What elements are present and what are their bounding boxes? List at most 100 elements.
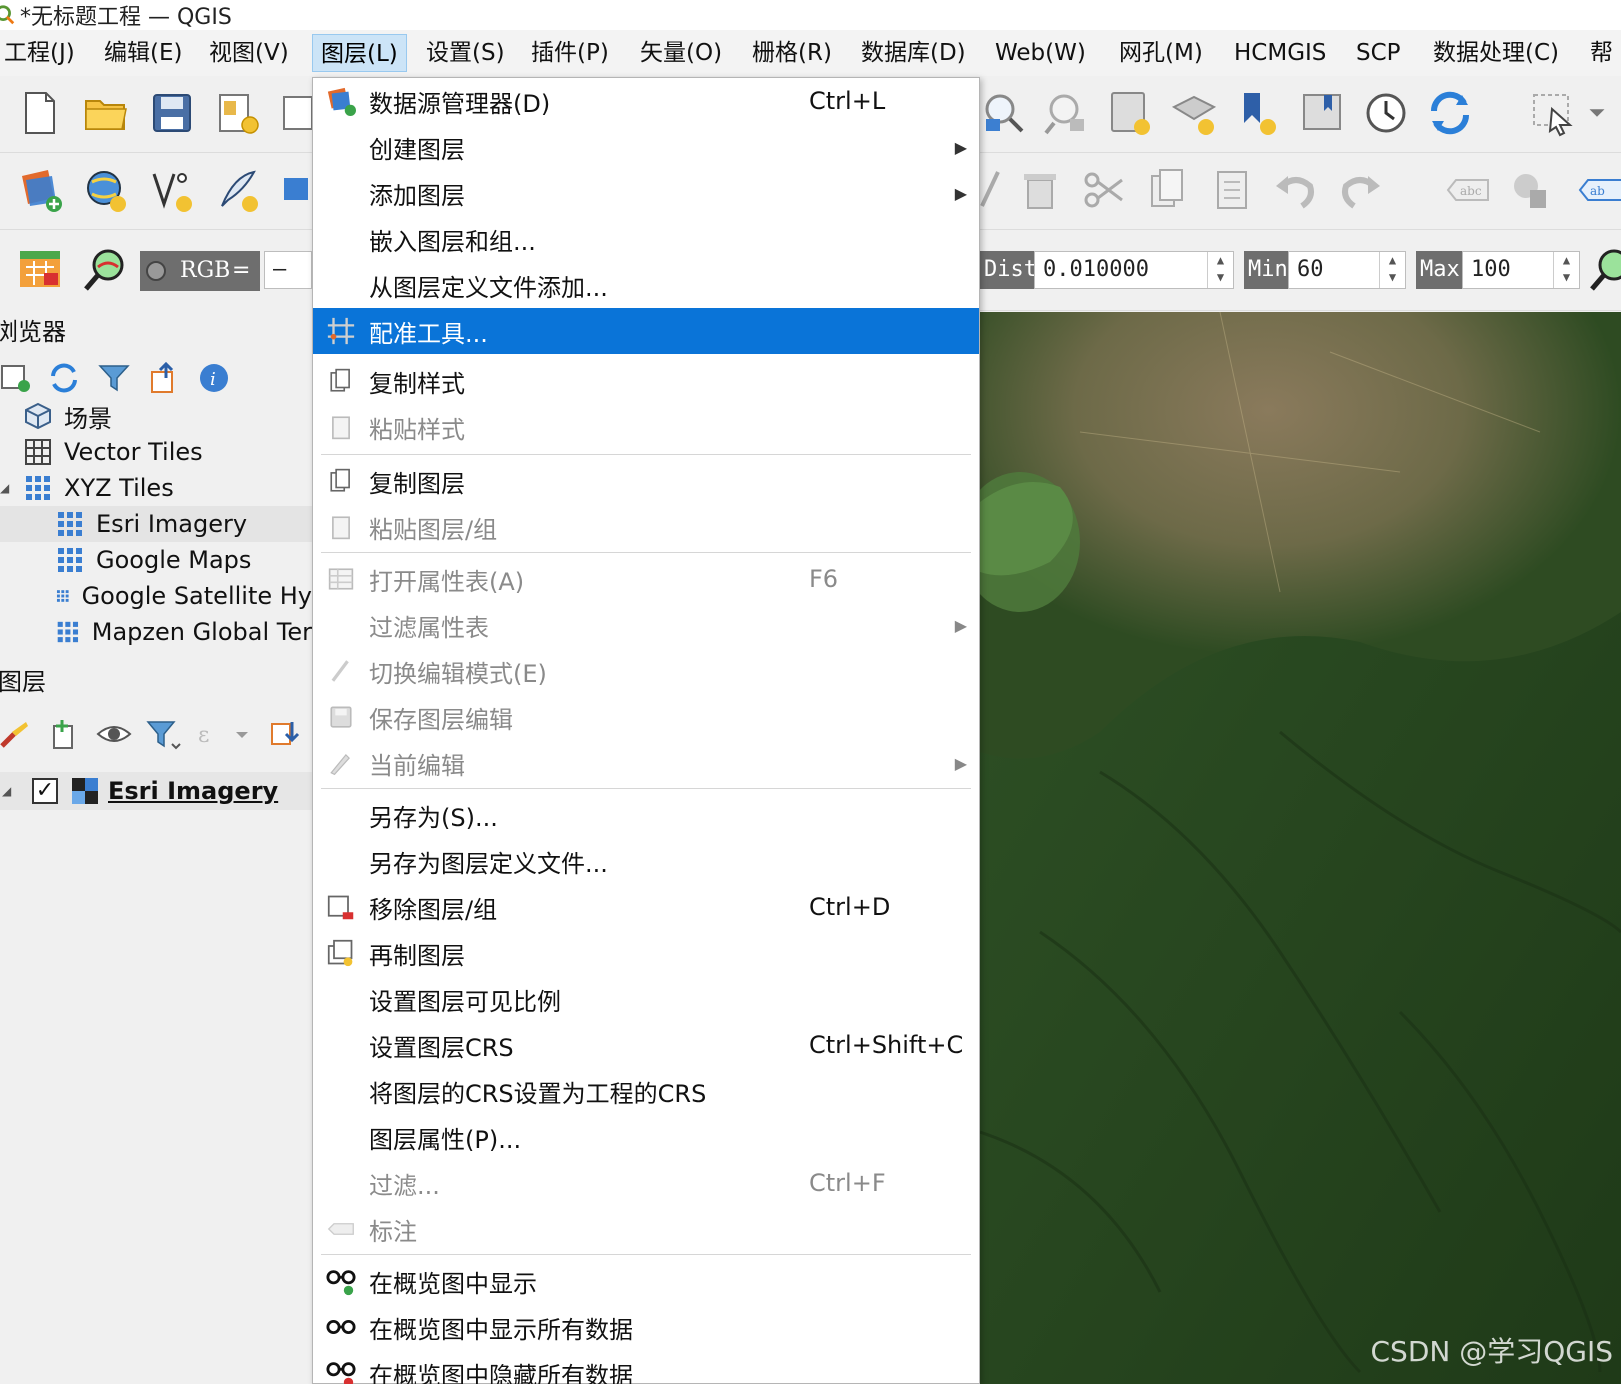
scp-search-icon[interactable] [1588,243,1621,295]
tree-item-vector-tiles[interactable]: Vector Tiles [0,434,312,470]
menu-item-save-layer-edits[interactable]: 保存图层编辑 [313,694,979,740]
menu-item-show-in-overview[interactable]: 在概览图中显示 [313,1258,979,1304]
select-dropdown-icon[interactable] [1582,87,1612,139]
tree-item-xyz-tiles[interactable]: ◢ XYZ Tiles [0,470,312,506]
tree-item-esri-imagery[interactable]: Esri Imagery [0,506,312,542]
expand-arrow-icon[interactable]: ◢ [0,481,24,495]
show-spatial-bookmarks-icon[interactable] [1168,87,1220,139]
menu-item-current-edits[interactable]: 当前编辑 ▶ [313,740,979,786]
menu-item-add-from-definition[interactable]: 从图层定义文件添加... [313,262,979,308]
dist-spin-arrows-icon[interactable]: ▲ ▼ [1207,252,1233,288]
menu-item-hide-all-in-overview[interactable]: 在概览图中隐藏所有数据 [313,1350,979,1384]
menu-item-save-as-definition[interactable]: 另存为图层定义文件... [313,838,979,884]
menu-item-filter-attribute-table[interactable]: 过滤属性表 ▶ [313,602,979,648]
menu-hcmgis[interactable]: HCMGIS [1226,34,1334,72]
menu-item-set-scale-visibility[interactable]: 设置图层可见比例 [313,976,979,1022]
min-spin-arrows-icon[interactable]: ▲ ▼ [1379,252,1405,288]
new-print-layout-icon[interactable] [212,87,264,139]
tree-item-mapzen[interactable]: Mapzen Global Ter [0,614,312,650]
new-3d-map-icon[interactable] [1232,87,1284,139]
menu-database[interactable]: 数据库(D) [853,34,974,72]
collapse-all-icon[interactable] [148,362,180,394]
menu-item-duplicate-layer[interactable]: 再制图层 [313,930,979,976]
menu-scp[interactable]: SCP [1348,34,1409,72]
menu-raster[interactable]: 栅格(R) [744,34,840,72]
max-spin-arrows-icon[interactable]: ▲ ▼ [1553,252,1579,288]
new-project-icon[interactable] [14,87,66,139]
menu-item-paste-style[interactable]: 粘贴样式 [313,404,979,450]
menu-item-embed-layers[interactable]: 嵌入图层和组... [313,216,979,262]
filter-legend-icon[interactable] [146,718,182,750]
temporal-controller-icon[interactable] [1360,87,1412,139]
menu-item-set-project-crs-from-layer[interactable]: 将图层的CRS设置为工程的CRS [313,1068,979,1114]
menu-item-labeling[interactable]: 标注 [313,1206,979,1252]
save-project-icon[interactable] [146,87,198,139]
scp-input-icon[interactable] [14,243,66,295]
digitize-icon[interactable] [980,164,1004,216]
menu-plugins[interactable]: 插件(P) [523,34,617,72]
rgb-combo[interactable]: RGB = [140,251,260,291]
expand-all-icon[interactable] [270,718,302,750]
properties-info-icon[interactable]: i [198,362,230,394]
data-source-manager-icon[interactable] [14,164,66,216]
add-group-icon[interactable] [48,718,80,750]
menu-processing[interactable]: 数据处理(C) [1425,34,1567,72]
filter-expression-icon[interactable]: ε [196,718,252,750]
menu-item-data-source-manager[interactable]: 数据源管理器(D) Ctrl+L [313,78,979,124]
menu-item-toggle-editing[interactable]: 切换编辑模式(E) [313,648,979,694]
menu-help[interactable]: 帮 [1582,34,1621,72]
menu-item-add-layer[interactable]: 添加图层 ▶ [313,170,979,216]
add-vector-layer-icon[interactable] [146,164,198,216]
menu-item-remove-layer[interactable]: 移除图层/组 Ctrl+D [313,884,979,930]
menu-item-georeferencer[interactable]: 配准工具... [313,308,979,354]
menu-item-save-as[interactable]: 另存为(S)... [313,792,979,838]
map-canvas[interactable]: CSDN @学习QGIS [980,312,1621,1384]
max-input[interactable]: 100 ▲ ▼ [1462,251,1580,289]
copy-features-icon[interactable] [1142,164,1194,216]
scp-zoom-icon[interactable] [80,243,132,295]
refresh-browser-icon[interactable] [48,362,80,394]
menu-item-open-attribute-table[interactable]: 打开属性表(A) F6 [313,556,979,602]
filter-browser-icon[interactable] [98,362,130,394]
add-wms-layer-icon[interactable] [80,164,132,216]
zoom-to-layer-icon[interactable] [978,87,1030,139]
add-delimited-text-icon[interactable] [212,164,264,216]
paste-features-icon[interactable] [1206,164,1258,216]
layer-row-esri-imagery[interactable]: ◢ ✓ Esri Imagery [0,772,312,810]
menu-item-paste-layer[interactable]: 粘贴图层/组 [313,504,979,550]
menu-view[interactable]: 视图(V) [201,34,297,72]
menu-item-create-layer[interactable]: 创建图层 ▶ [313,124,979,170]
refresh-icon[interactable] [1424,87,1476,139]
menu-mesh[interactable]: 网孔(M) [1111,34,1211,72]
menu-vector[interactable]: 矢量(O) [632,34,730,72]
tree-item-google-maps[interactable]: Google Maps [0,542,312,578]
undo-icon[interactable] [1270,164,1322,216]
expand-arrow-icon[interactable]: ◢ [0,784,26,798]
menu-edit[interactable]: 编辑(E) [96,34,190,72]
label-toolbar-icon[interactable]: ab [1574,164,1621,216]
bookmark-icon[interactable] [1296,87,1348,139]
menu-settings[interactable]: 设置(S) [418,34,513,72]
rgb-value-input[interactable]: – [264,251,312,289]
redo-icon[interactable] [1334,164,1386,216]
style-manager-icon[interactable] [0,718,32,750]
menu-item-copy-style[interactable]: 复制样式 [313,358,979,404]
add-raster-icon[interactable] [278,164,308,216]
menu-layer[interactable]: 图层(L) [312,34,407,72]
cut-features-icon[interactable] [1078,164,1130,216]
visibility-eye-icon[interactable] [96,718,132,750]
layer-visibility-checkbox[interactable]: ✓ [32,778,58,804]
min-input[interactable]: 60 ▲ ▼ [1288,251,1406,289]
new-bookmark-icon[interactable] [1104,87,1156,139]
label-tool-icon[interactable]: abc [1442,164,1494,216]
menu-item-filter[interactable]: 过滤... Ctrl+F [313,1160,979,1206]
pin-labels-icon[interactable] [1506,164,1558,216]
menu-item-layer-properties[interactable]: 图层属性(P)... [313,1114,979,1160]
menu-item-copy-layer[interactable]: 复制图层 [313,458,979,504]
delete-selected-icon[interactable] [1014,164,1066,216]
tree-item-scenes[interactable]: 场景 [0,398,312,434]
menu-item-show-all-in-overview[interactable]: 在概览图中显示所有数据 [313,1304,979,1350]
menu-project[interactable]: 工程(J) [0,34,83,72]
dist-input[interactable]: 0.010000 ▲ ▼ [1034,251,1234,289]
select-features-icon[interactable] [1528,87,1580,139]
